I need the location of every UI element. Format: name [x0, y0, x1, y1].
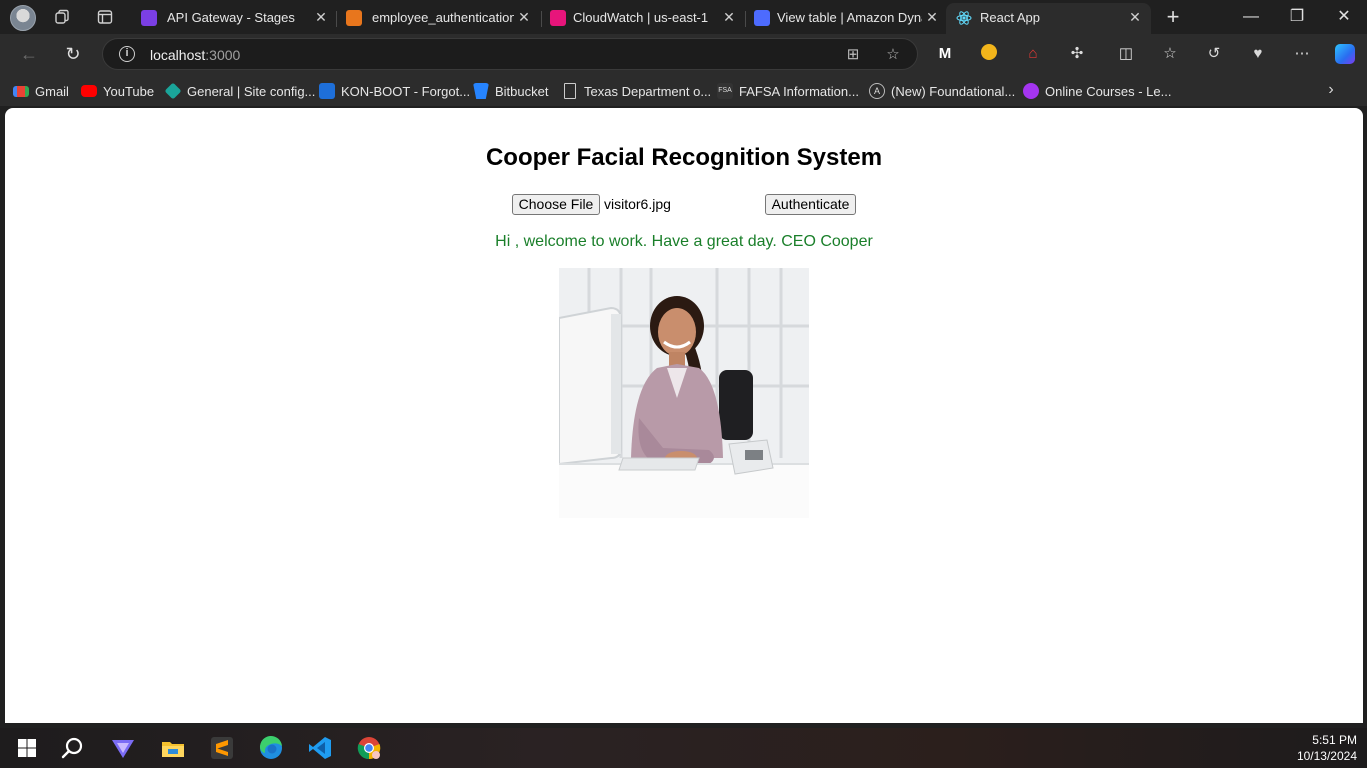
- vertical-tabs-icon[interactable]: [97, 9, 113, 25]
- refresh-icon[interactable]: ↻: [61, 42, 85, 66]
- url-text[interactable]: localhost:3000: [150, 47, 240, 63]
- favorite-label: Texas Department o...: [584, 83, 712, 99]
- favorite-label: Gmail: [35, 83, 69, 99]
- sublime-text-icon[interactable]: [208, 734, 236, 762]
- page-title: Cooper Facial Recognition System: [485, 144, 883, 171]
- tab-title: View table | Amazon Dynar: [777, 10, 922, 25]
- favorite-label: FAFSA Information...: [739, 83, 859, 99]
- favorite-label: KON-BOOT - Forgot...: [341, 83, 471, 99]
- url-port: :3000: [205, 47, 241, 63]
- favorite-label: Online Courses - Le...: [1045, 83, 1172, 99]
- clock-time: 5:51 PM: [1312, 733, 1357, 747]
- bitbucket-icon: [473, 83, 489, 99]
- konboot-icon: [319, 83, 335, 99]
- youtube-icon: [81, 85, 97, 97]
- address-bar[interactable]: i localhost:3000 ⊞ ☆: [102, 38, 918, 70]
- close-tab-icon[interactable]: ✕: [313, 9, 329, 25]
- gmail-icon: [13, 86, 29, 97]
- favorite-texas-department[interactable]: Texas Department o...: [562, 82, 711, 100]
- cloudwatch-icon: [550, 10, 566, 26]
- close-tab-icon[interactable]: ✕: [516, 9, 532, 25]
- favorite-fafsa[interactable]: FSA FAFSA Information...: [717, 82, 859, 100]
- split-screen-icon[interactable]: ◫: [1116, 44, 1136, 64]
- udemy-icon: [1023, 83, 1039, 99]
- tab-api-gateway[interactable]: API Gateway - Stages ✕: [131, 3, 337, 34]
- visitor-photo: [559, 268, 809, 518]
- page-icon: [564, 83, 576, 99]
- clock-date: 10/13/2024: [1296, 749, 1357, 763]
- chevron-right-icon[interactable]: ›: [1322, 81, 1340, 99]
- favorite-kon-boot[interactable]: KON-BOOT - Forgot...: [319, 82, 470, 100]
- windows-taskbar: 5:51 PM 10/13/2024: [0, 728, 1367, 768]
- foundational-icon: A: [869, 83, 885, 99]
- page-viewport: Cooper Facial Recognition System Choose …: [5, 108, 1363, 723]
- new-tab-icon[interactable]: +: [1163, 6, 1183, 28]
- favorite-label: (New) Foundational...: [891, 83, 1016, 99]
- favorite-star-icon[interactable]: ☆: [884, 46, 902, 64]
- favorite-label: YouTube: [103, 83, 155, 99]
- authenticate-button[interactable]: Authenticate: [765, 194, 856, 215]
- vpn-app-icon[interactable]: [109, 734, 137, 762]
- react-icon: [956, 11, 972, 25]
- favorite-gmail[interactable]: Gmail: [13, 82, 69, 100]
- edge-browser-icon[interactable]: [257, 734, 285, 762]
- windows-start-icon[interactable]: [13, 734, 41, 762]
- close-window-icon[interactable]: ✕: [1333, 6, 1355, 28]
- favorite-label: General | Site config...: [187, 83, 316, 99]
- vscode-icon[interactable]: [306, 734, 334, 762]
- extension-coupon-icon[interactable]: [979, 44, 999, 64]
- favorite-online-courses[interactable]: Online Courses - Le...: [1023, 82, 1171, 100]
- tab-dynamodb[interactable]: View table | Amazon Dynar ✕: [744, 3, 946, 34]
- tab-lambda[interactable]: employee_authentication | ✕: [336, 3, 542, 34]
- tab-title: employee_authentication |: [372, 10, 514, 25]
- file-explorer-icon[interactable]: [159, 734, 187, 762]
- api-gateway-icon: [141, 10, 157, 26]
- more-options-icon[interactable]: ⋯: [1292, 44, 1312, 64]
- favorite-bitbucket[interactable]: Bitbucket: [473, 82, 548, 100]
- tab-react-app[interactable]: React App ✕: [946, 3, 1151, 34]
- malwarebytes-icon[interactable]: M: [935, 44, 955, 64]
- tab-strip: API Gateway - Stages ✕ employee_authenti…: [0, 0, 1367, 34]
- navigation-bar: ← ↻ i localhost:3000 ⊞ ☆ M ⌂ ✣ ◫ ☆ ↺ ♥ ⋯: [0, 34, 1367, 74]
- tab-title: React App: [980, 10, 1040, 25]
- url-host: localhost: [150, 47, 206, 63]
- favorites-bar: Gmail YouTube General | Site config... K…: [0, 74, 1367, 106]
- tab-cloudwatch[interactable]: CloudWatch | us-east-1 ✕: [540, 3, 746, 34]
- selected-file-name: visitor6.jpg: [604, 196, 671, 212]
- home-icon[interactable]: ⌂: [1023, 44, 1043, 64]
- profile-avatar[interactable]: [10, 5, 36, 31]
- search-icon[interactable]: [59, 734, 87, 762]
- app-available-icon[interactable]: ⊞: [844, 46, 862, 64]
- workspaces-icon[interactable]: [54, 9, 70, 25]
- tab-title: API Gateway - Stages: [167, 10, 295, 25]
- minimize-icon[interactable]: —: [1240, 6, 1262, 28]
- site-info-icon[interactable]: i: [119, 46, 135, 62]
- fsa-icon: FSA: [717, 83, 733, 99]
- close-tab-icon[interactable]: ✕: [924, 9, 940, 25]
- extensions-icon[interactable]: ✣: [1067, 44, 1087, 64]
- history-icon[interactable]: ↺: [1204, 44, 1224, 64]
- system-clock[interactable]: 5:51 PM 10/13/2024: [1297, 732, 1357, 764]
- chrome-icon[interactable]: [355, 734, 383, 762]
- favorite-foundational[interactable]: A (New) Foundational...: [869, 82, 1015, 100]
- dynamodb-icon: [754, 10, 770, 26]
- back-icon[interactable]: ←: [17, 42, 41, 66]
- welcome-message: Hi , welcome to work. Have a great day. …: [495, 233, 873, 250]
- favorite-general-site-config[interactable]: General | Site config...: [164, 82, 316, 100]
- browser-essentials-icon[interactable]: ♥: [1248, 44, 1268, 64]
- tab-title: CloudWatch | us-east-1: [573, 10, 709, 25]
- restore-icon[interactable]: ❐: [1286, 6, 1308, 28]
- copilot-icon[interactable]: [1333, 44, 1357, 64]
- favorites-icon[interactable]: ☆: [1160, 44, 1180, 64]
- close-tab-icon[interactable]: ✕: [721, 9, 737, 25]
- diamond-icon: [164, 82, 182, 100]
- favorite-youtube[interactable]: YouTube: [81, 82, 154, 100]
- favorite-label: Bitbucket: [495, 83, 549, 99]
- close-tab-icon[interactable]: ✕: [1127, 9, 1143, 25]
- lambda-icon: [346, 10, 362, 26]
- choose-file-button[interactable]: Choose File: [512, 194, 600, 215]
